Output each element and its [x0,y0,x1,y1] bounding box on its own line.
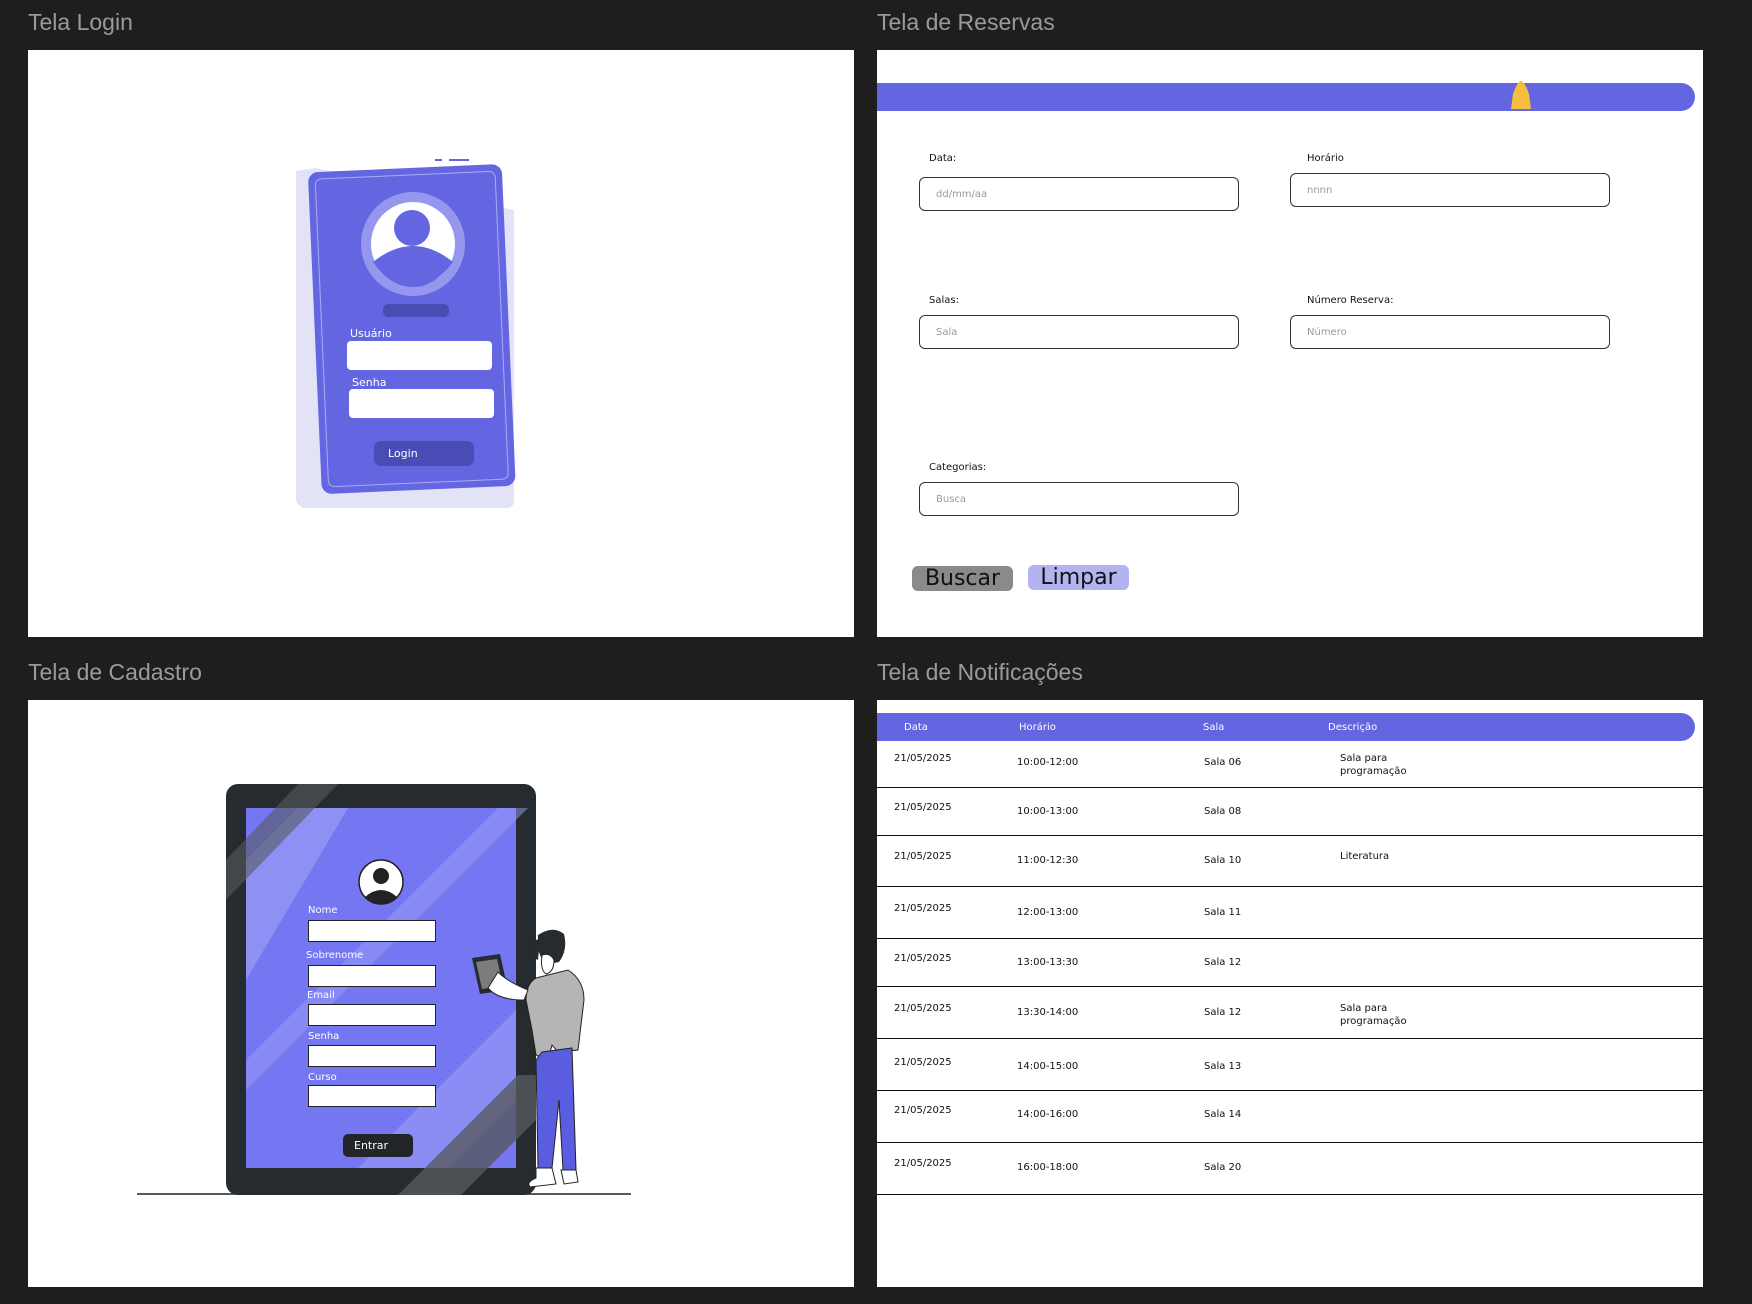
reservation-number-input[interactable]: Número [1290,315,1610,349]
tablet-illustration [137,784,631,1195]
course-input[interactable] [308,1085,436,1107]
cell-date: 21/05/2025 [894,802,952,813]
column-header-time: Horário [1019,722,1056,733]
email-input[interactable] [308,1004,436,1026]
cell-room: Sala 06 [1204,757,1242,768]
cell-date: 21/05/2025 [894,903,952,914]
password-input[interactable] [308,1045,436,1067]
password-label: Senha [308,1031,340,1042]
cell-room: Sala 13 [1204,1061,1242,1072]
login-frame: Usuário Senha Login [28,50,854,637]
first-name-input[interactable] [308,920,436,942]
column-header-description: Descrição [1328,722,1378,733]
username-input[interactable] [347,341,492,370]
search-button[interactable]: Buscar [912,566,1013,591]
password-input[interactable] [349,389,494,418]
cell-room: Sala 20 [1204,1162,1242,1173]
cell-description: Literatura [1340,851,1390,862]
row-divider [877,986,1703,987]
cell-date: 21/05/2025 [894,851,952,862]
first-name-label: Nome [308,905,338,916]
time-input[interactable]: nnnn [1290,173,1610,207]
categories-label: Categorias: [929,462,987,473]
cell-time: 13:00-13:30 [1017,957,1079,968]
cell-room: Sala 14 [1204,1109,1242,1120]
frame-title-cadastro: Tela de Cadastro [28,659,202,685]
cell-description: Sala para programação [1340,1003,1407,1027]
cell-time: 12:00-13:00 [1017,907,1079,918]
table-header [877,713,1695,741]
cell-room: Sala 10 [1204,855,1242,866]
reservas-frame: Data: dd/mm/aa Horário nnnn Salas: Sala … [877,50,1703,637]
last-name-label: Sobrenome [306,950,364,961]
frame-title-login: Tela Login [28,9,133,35]
cell-date: 21/05/2025 [894,1003,952,1014]
cell-date: 21/05/2025 [894,1057,952,1068]
cell-time: 14:00-16:00 [1017,1109,1079,1120]
cell-description: Sala para programação [1340,753,1407,777]
cadastro-frame: Nome Sobrenome Email Senha Curso Entrar [28,700,854,1287]
cell-time: 14:00-15:00 [1017,1061,1079,1072]
frame-title-reservas: Tela de Reservas [877,9,1055,35]
time-label: Horário [1307,153,1344,164]
row-divider [877,1038,1703,1039]
reservation-number-label: Número Reserva: [1307,295,1394,306]
login-button[interactable]: Login [374,441,474,466]
last-name-input[interactable] [308,965,436,987]
row-divider [877,835,1703,836]
cell-time: 10:00-12:00 [1017,757,1079,768]
row-divider [877,1090,1703,1091]
row-divider [877,787,1703,788]
cell-time: 11:00-12:30 [1017,855,1079,866]
date-input[interactable]: dd/mm/aa [919,177,1239,211]
row-divider [877,1194,1703,1195]
cell-time: 16:00-18:00 [1017,1162,1079,1173]
row-divider [877,938,1703,939]
column-header-room: Sala [1203,722,1225,733]
cell-date: 21/05/2025 [894,953,952,964]
cell-date: 21/05/2025 [894,1158,952,1169]
row-divider [877,886,1703,887]
password-label: Senha [352,376,387,389]
bell-icon[interactable] [877,50,1703,170]
date-label: Data: [929,153,957,164]
submit-button[interactable]: Entrar [343,1134,413,1157]
cell-room: Sala 12 [1204,1007,1242,1018]
rooms-label: Salas: [929,295,959,306]
notificacoes-frame: Data Horário Sala Descrição 21/05/2025 10… [877,700,1703,1287]
username-label: Usuário [350,327,392,340]
row-divider [877,1142,1703,1143]
email-label: Email [307,990,335,1001]
cell-time: 10:00-13:00 [1017,806,1079,817]
cell-date: 21/05/2025 [894,753,952,764]
rooms-input[interactable]: Sala [919,315,1239,349]
cell-room: Sala 11 [1204,907,1242,918]
clear-button[interactable]: Limpar [1028,565,1129,590]
categories-input[interactable]: Busca [919,482,1239,516]
column-header-date: Data [904,722,928,733]
cell-date: 21/05/2025 [894,1105,952,1116]
cell-time: 13:30-14:00 [1017,1007,1079,1018]
frame-title-notificacoes: Tela de Notificações [877,659,1083,685]
cell-room: Sala 12 [1204,957,1242,968]
course-label: Curso [308,1072,337,1083]
cell-room: Sala 08 [1204,806,1242,817]
